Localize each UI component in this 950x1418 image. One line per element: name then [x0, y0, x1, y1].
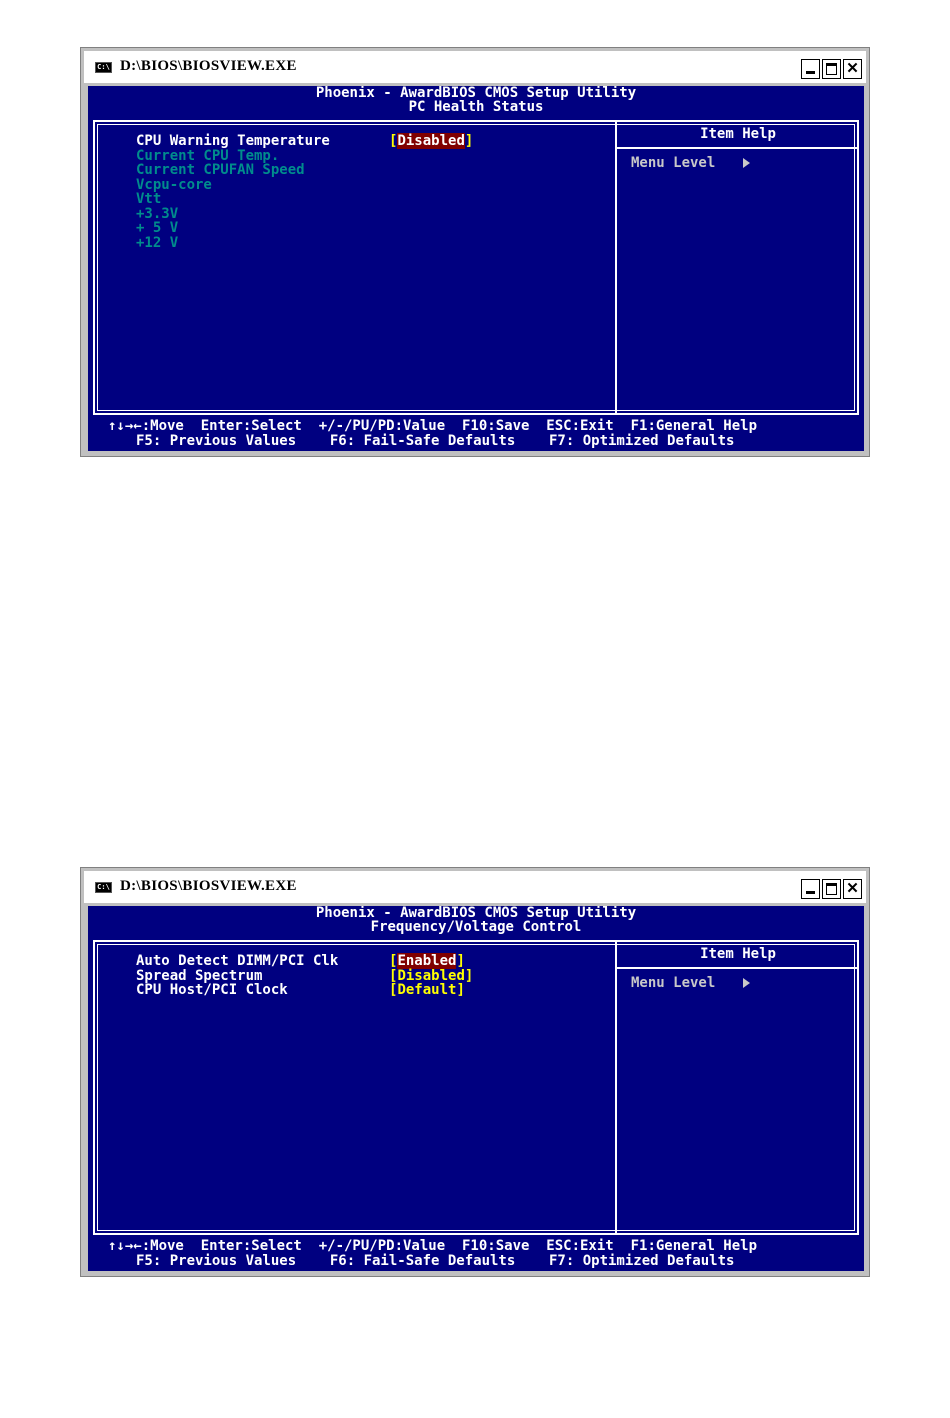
panel-divider	[615, 120, 617, 415]
close-button[interactable]: ✕	[843, 59, 862, 79]
menu-level: Menu Level	[631, 155, 751, 171]
bios-screen: Phoenix - AwardBIOS CMOS Setup Utility P…	[88, 86, 864, 451]
setting-5v: + 5 V	[136, 220, 179, 236]
triangle-right-icon	[743, 158, 751, 168]
close-icon: ✕	[846, 60, 859, 77]
bios-screen: Phoenix - AwardBIOS CMOS Setup Utility F…	[88, 906, 864, 1271]
maximize-icon	[826, 883, 837, 895]
window-title: D:\BIOS\BIOSVIEW.EXE	[120, 58, 297, 74]
setting-value-cpu-host-pci-clock[interactable]: [Default]	[389, 983, 465, 998]
window-title: D:\BIOS\BIOSVIEW.EXE	[120, 878, 297, 894]
setting-value-auto-detect-dimm-pci-clk[interactable]: [Enabled]	[389, 953, 465, 969]
footer-keys-line2: F5: Previous Values F6: Fail-Safe Defaul…	[136, 1253, 735, 1269]
item-help-title: Item Help	[700, 946, 776, 962]
bios-page-title: Frequency/Voltage Control	[370, 919, 582, 935]
bios-window-frequency-voltage: C:\ D:\BIOS\BIOSVIEW.EXE ✕ Phoenix - Awa…	[80, 867, 870, 1277]
help-separator	[617, 147, 859, 149]
setting-cpu-warning-temperature[interactable]: CPU Warning Temperature	[136, 134, 330, 149]
maximize-icon	[826, 63, 837, 75]
item-help-title: Item Help	[700, 126, 776, 142]
setting-auto-detect-dimm-pci-clk[interactable]: Auto Detect DIMM/PCI Clk	[136, 954, 338, 969]
maximize-button[interactable]	[822, 59, 841, 79]
menu-level: Menu Level	[631, 975, 751, 991]
close-button[interactable]: ✕	[843, 879, 862, 899]
bios-window-pc-health: C:\ D:\BIOS\BIOSVIEW.EXE ✕ Phoenix - Awa…	[80, 47, 870, 457]
console-icon[interactable]: C:\	[95, 882, 112, 893]
setting-vtt: Vtt	[136, 191, 162, 207]
minimize-button[interactable]	[801, 879, 820, 899]
close-icon: ✕	[846, 880, 859, 897]
minimize-icon	[806, 71, 815, 74]
setting-cpu-host-pci-clock[interactable]: CPU Host/PCI Clock	[136, 983, 288, 998]
triangle-right-icon	[743, 978, 751, 988]
minimize-icon	[806, 891, 815, 894]
setting-current-cpufan-speed: Current CPUFAN Speed	[136, 162, 305, 178]
setting-12v: +12 V	[136, 235, 179, 251]
footer-keys-line2: F5: Previous Values F6: Fail-Safe Defaul…	[136, 433, 735, 449]
footer-keys-line1: ↑↓→←:Move Enter:Select +/-/PU/PD:Value F…	[108, 418, 758, 434]
help-separator	[617, 967, 859, 969]
title-bar[interactable]: C:\ D:\BIOS\BIOSVIEW.EXE ✕	[84, 51, 866, 83]
footer-keys-line1: ↑↓→←:Move Enter:Select +/-/PU/PD:Value F…	[108, 1238, 758, 1254]
panel-divider	[615, 940, 617, 1235]
title-bar[interactable]: C:\ D:\BIOS\BIOSVIEW.EXE ✕	[84, 871, 866, 903]
maximize-button[interactable]	[822, 879, 841, 899]
console-icon[interactable]: C:\	[95, 62, 112, 73]
bios-page-title: PC Health Status	[408, 99, 544, 115]
setting-value-cpu-warning-temperature[interactable]: [Disabled]	[389, 133, 473, 149]
minimize-button[interactable]	[801, 59, 820, 79]
